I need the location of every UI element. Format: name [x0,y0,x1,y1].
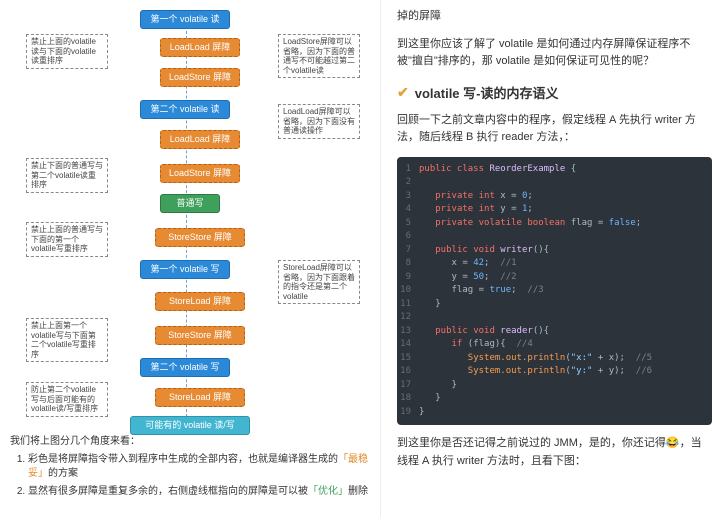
node-normal-write: 普通写 [160,194,220,213]
code-text: } [419,298,441,312]
node-first-volatile-write: 第一个 volatile 写 [140,260,230,279]
code-line: 13 public void reader(){ [397,325,712,339]
code-line: 9 y = 50; //2 [397,271,712,285]
code-line: 12 [397,311,712,325]
node-storeload-2: StoreLoad 屏障 [155,388,245,407]
code-line: 8 x = 42; //1 [397,257,712,271]
line-number: 10 [397,284,419,298]
code-line: 3 private int x = 0; [397,190,712,204]
line-number: 12 [397,311,419,325]
code-line: 7 public void writer(){ [397,244,712,258]
left-list: 彩色是将屏障指令带入到程序中生成的全部内容，也就是编译器生成的「最稳妥」的方案 … [28,453,370,499]
code-line: 11 } [397,298,712,312]
code-text: private volatile boolean flag = false; [419,217,641,231]
right-p3: 到这里你是否还记得之前说过的 JMM，是的，你还记得😂，当线程 A 执行 wri… [397,435,712,470]
li2-a: 显然有很多屏障是重复多余的，右侧虚线框指向的屏障是可以被 [28,486,308,497]
code-line: 19} [397,406,712,420]
code-text: private int y = 1; [419,203,533,217]
code-text: public void reader(){ [419,325,549,339]
node-storestore-1: StoreStore 屏障 [155,228,245,247]
right-p2: 回顾一下之前文章内容中的程序，假定线程 A 先执行 writer 方法，随后线程… [397,112,712,147]
code-line: 5 private volatile boolean flag = false; [397,217,712,231]
line-number: 13 [397,325,419,339]
node-loadstore-2: LoadStore 屏障 [160,164,240,183]
line-number: 2 [397,176,419,190]
code-text: System.out.println("y:" + y); //6 [419,365,652,379]
line-number: 17 [397,379,419,393]
list-item: 显然有很多屏障是重复多余的，右侧虚线框指向的屏障是可以被「优化」删除 [28,485,370,499]
li1-a: 彩色是将屏障指令带入到程序中生成的全部内容，也就是编译器生成的 [28,454,338,465]
left-column: 第一个 volatile 读 禁止上面的volatile读与下面的volatil… [0,0,380,517]
node-first-volatile-read: 第一个 volatile 读 [140,10,230,29]
code-line: 18 } [397,392,712,406]
label-6: StoreLoad屏障可以省略，因为下面跟着的指令还是第二个volatile [278,260,360,304]
code-line: 6 [397,230,712,244]
check-icon: ✔ [397,84,409,101]
label-5: 禁止上面的普通写与下面的第一个volatile写重排序 [26,222,108,257]
node-loadload-2: LoadLoad 屏障 [160,130,240,149]
li2-b: 「优化」 [308,486,348,497]
code-text: y = 50; //2 [419,271,517,285]
line-number: 6 [397,230,419,244]
code-line: 4 private int y = 1; [397,203,712,217]
section-heading: ✔ volatile 写-读的内存语义 [397,83,712,102]
code-line: 16 System.out.println("y:" + y); //6 [397,365,712,379]
heading-text: volatile 写-读的内存语义 [415,83,559,102]
line-number: 8 [397,257,419,271]
line-number: 5 [397,217,419,231]
code-line: 14 if (flag){ //4 [397,338,712,352]
label-1: 禁止上面的volatile读与下面的volatile读重排序 [26,34,108,69]
line-number: 15 [397,352,419,366]
line-number: 7 [397,244,419,258]
code-block: 1public class ReorderExample {23 private… [397,157,712,426]
line-number: 14 [397,338,419,352]
node-second-volatile-read: 第二个 volatile 读 [140,100,230,119]
code-text: x = 42; //1 [419,257,517,271]
right-p0: 掉的屏障 [397,8,712,26]
node-possible-volatile-rw: 可能有的 volatile 读/写 [130,416,250,435]
code-text: public class ReorderExample { [419,163,576,177]
li1-c: 的方案 [48,468,78,479]
node-loadload-1: LoadLoad 屏障 [160,38,240,57]
node-storeload-1: StoreLoad 屏障 [155,292,245,311]
code-line: 10 flag = true; //3 [397,284,712,298]
code-text: flag = true; //3 [419,284,544,298]
node-second-volatile-write: 第二个 volatile 写 [140,358,230,377]
code-line: 15 System.out.println("x:" + x); //5 [397,352,712,366]
label-3: LoadLoad屏障可以省略，因为下面没有普通读操作 [278,104,360,139]
line-number: 18 [397,392,419,406]
node-loadstore-1: LoadStore 屏障 [160,68,240,87]
line-number: 4 [397,203,419,217]
code-text: public void writer(){ [419,244,549,258]
code-line: 1public class ReorderExample { [397,163,712,177]
code-text: private int x = 0; [419,190,533,204]
node-storestore-2: StoreStore 屏障 [155,326,245,345]
line-number: 19 [397,406,419,420]
li2-c: 删除 [348,486,368,497]
right-column: 掉的屏障 到这里你应该了解了 volatile 是如何通过内存屏障保证程序不被"… [380,0,728,517]
code-text: } [419,379,457,393]
line-number: 1 [397,163,419,177]
label-4: 禁止下面的普通写与第二个volatile读重排序 [26,158,108,193]
code-text: } [419,392,441,406]
code-text: if (flag){ //4 [419,338,533,352]
label-8: 防止第二个volatile写与后面可能有的volatile读/写重排序 [26,382,108,417]
line-number: 3 [397,190,419,204]
list-item: 彩色是将屏障指令带入到程序中生成的全部内容，也就是编译器生成的「最稳妥」的方案 [28,453,370,481]
line-number: 11 [397,298,419,312]
code-line: 2 [397,176,712,190]
line-number: 9 [397,271,419,285]
label-7: 禁止上面第一个volatile写与下面第二个volatile写重排序 [26,318,108,362]
right-p1: 到这里你应该了解了 volatile 是如何通过内存屏障保证程序不被"擅自"排序… [397,36,712,71]
barrier-diagram: 第一个 volatile 读 禁止上面的volatile读与下面的volatil… [10,8,370,428]
label-2: LoadStore屏障可以省略，因为下面的普通写不可能越过第二个volatile… [278,34,360,78]
code-text: } [419,406,424,420]
line-number: 16 [397,365,419,379]
code-line: 17 } [397,379,712,393]
code-text: System.out.println("x:" + x); //5 [419,352,652,366]
